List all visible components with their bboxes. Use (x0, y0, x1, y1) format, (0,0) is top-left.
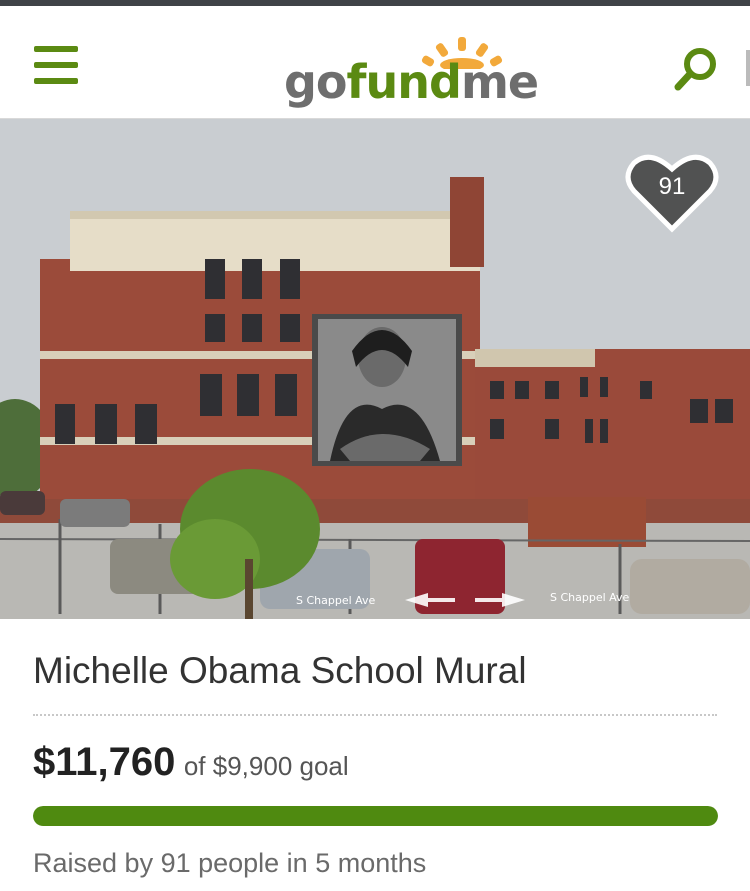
logo-wordmark: gofundme (284, 55, 539, 109)
goal-text: of $9,900 goal (183, 751, 349, 781)
street-label-1: S Chappel Ave (296, 594, 376, 607)
campaign-image[interactable]: S Chappel Ave S Chappel Ave 91 (0, 119, 750, 619)
progress-bar (33, 806, 718, 826)
edge-divider (746, 50, 750, 86)
amount-row: $11,760 of $9,900 goal (33, 740, 349, 785)
title-divider (33, 714, 717, 716)
street-label-2: S Chappel Ave (550, 591, 630, 604)
logo-fund: fund (346, 55, 462, 109)
search-icon[interactable] (672, 44, 722, 94)
progress-fill (33, 806, 718, 826)
campaign-title: Michelle Obama School Mural (33, 650, 527, 691)
hamburger-icon[interactable] (34, 46, 78, 84)
logo-me: me (460, 55, 539, 109)
amount-raised: $11,760 (33, 740, 176, 784)
heart-count: 91 (658, 173, 686, 200)
gofundme-logo[interactable]: gofundme (284, 33, 539, 109)
logo-go: go (284, 55, 348, 109)
app-header: gofundme (0, 6, 750, 119)
raised-by-text: Raised by 91 people in 5 months (33, 848, 427, 878)
